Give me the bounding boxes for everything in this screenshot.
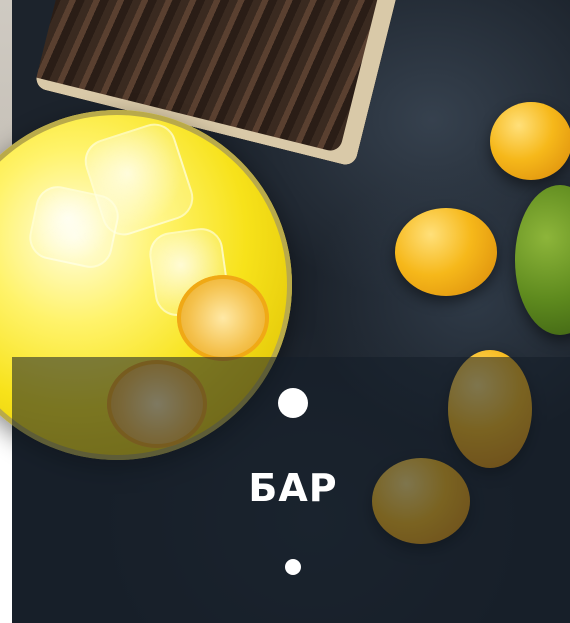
dot-icon: [278, 388, 308, 418]
lime: [515, 185, 570, 335]
kumquat: [395, 208, 497, 296]
section-title: БАР: [248, 466, 338, 510]
kumquat: [490, 102, 570, 180]
kumquat-slice: [177, 275, 269, 361]
dot-icon: [285, 559, 301, 575]
bar-hero-section[interactable]: БАР: [0, 0, 570, 623]
